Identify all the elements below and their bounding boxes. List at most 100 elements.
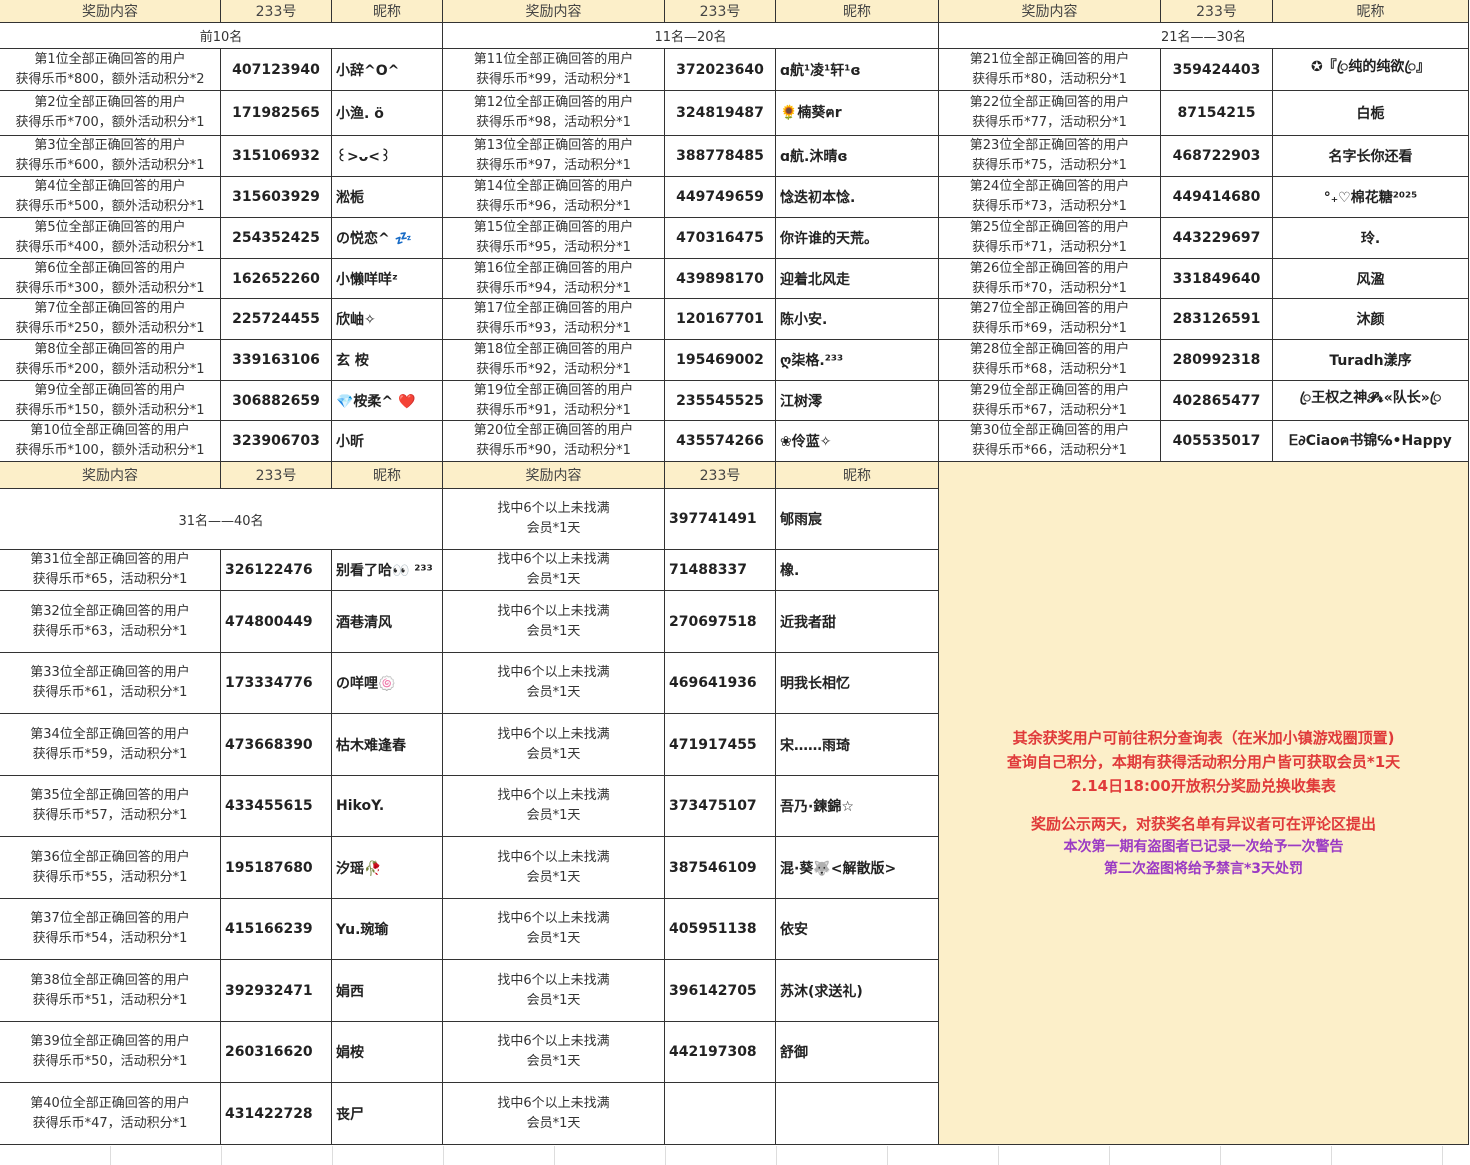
section-title: 11名—20名 bbox=[443, 23, 939, 49]
user-id: 195469002 bbox=[665, 340, 776, 381]
user-id: 392932471 bbox=[221, 960, 332, 1022]
reward-desc-line: 第32位全部正确回答的用户 bbox=[30, 603, 190, 619]
user-nick: Turadh漾序 bbox=[1273, 340, 1469, 381]
reward-desc-line: 第19位全部正确回答的用户 bbox=[473, 382, 634, 398]
reward-desc-line: 第29位全部正确回答的用户 bbox=[969, 382, 1130, 398]
vip-reward-desc-line: 找中6个以上未找满 bbox=[497, 972, 610, 988]
vip-reward-desc-line: 找中6个以上未找满 bbox=[497, 552, 610, 567]
reward-desc-line: 第22位全部正确回答的用户 bbox=[969, 95, 1130, 110]
vip-user-nick: 宋……雨琦 bbox=[776, 714, 939, 776]
reward-desc: 第23位全部正确回答的用户 获得乐币*75，活动积分*1 bbox=[939, 136, 1161, 177]
reward-desc-line: 获得乐币*61，活动积分*1 bbox=[32, 685, 188, 700]
vip-reward-desc: 找中6个以上未找满 会员*1天 bbox=[443, 591, 665, 653]
vip-reward-desc-line: 会员*1天 bbox=[526, 746, 581, 762]
vip-user-id: 387546109 bbox=[665, 837, 776, 899]
reward-desc-line: 第18位全部正确回答的用户 bbox=[473, 342, 634, 357]
reward-desc: 第22位全部正确回答的用户 获得乐币*77，活动积分*1 bbox=[939, 91, 1161, 136]
vip-user-id: 471917455 bbox=[665, 714, 776, 776]
user-id: 439898170 bbox=[665, 259, 776, 299]
reward-desc-line: 第33位全部正确回答的用户 bbox=[30, 665, 190, 680]
user-nick: 陈小安. bbox=[776, 299, 939, 340]
reward-desc-line: 获得乐币*54，活动积分*1 bbox=[32, 931, 188, 946]
vip-reward-desc-line: 找中6个以上未找满 bbox=[497, 1095, 610, 1111]
user-id: 326122476 bbox=[221, 550, 332, 591]
vip-user-id bbox=[665, 1083, 776, 1145]
user-nick: 酒巷清风 bbox=[332, 591, 443, 653]
reward-desc: 第7位全部正确回答的用户 获得乐币*250，额外活动积分*1 bbox=[0, 299, 221, 340]
warning-text: 第二次盗图将给予禁言*3天处罚 bbox=[1103, 861, 1304, 877]
notice-text: 奖励公示两天，对获奖名单有异议者可在评论区提出 bbox=[1030, 815, 1376, 833]
section-title: 前10名 bbox=[0, 23, 443, 49]
reward-desc-line: 获得乐币*66，活动积分*1 bbox=[972, 443, 1127, 458]
reward-desc-line: 第37位全部正确回答的用户 bbox=[30, 911, 190, 926]
reward-desc-line: 第39位全部正确回答的用户 bbox=[30, 1034, 190, 1049]
reward-desc: 第25位全部正确回答的用户 获得乐币*71，活动积分*1 bbox=[939, 218, 1161, 259]
reward-desc-line: 第3位全部正确回答的用户 bbox=[34, 138, 186, 153]
user-id: 474800449 bbox=[221, 591, 332, 653]
header-nick: 昵称 bbox=[332, 0, 443, 23]
reward-desc-line: 获得乐币*59，活动积分*1 bbox=[32, 746, 188, 762]
reward-desc-line: 获得乐币*70，活动积分*1 bbox=[972, 280, 1127, 296]
user-id: 315603929 bbox=[221, 177, 332, 218]
user-nick: 玲. bbox=[1273, 218, 1469, 259]
user-nick: ɑ航.沐晴ɞ bbox=[776, 136, 939, 177]
gridline bbox=[887, 1146, 888, 1165]
gridline bbox=[1331, 1146, 1332, 1165]
user-nick: ❀伶蓝✧ bbox=[776, 421, 939, 462]
user-nick: 玄 桉 bbox=[332, 340, 443, 381]
header-reward: 奖励内容 bbox=[0, 0, 221, 23]
vip-reward-desc-line: 会员*1天 bbox=[526, 623, 581, 639]
user-nick: 你许谁的天荒。 bbox=[776, 218, 939, 259]
reward-desc-line: 第2位全部正确回答的用户 bbox=[34, 95, 186, 110]
user-nick: ღ柒格.²³³ bbox=[776, 340, 939, 381]
user-nick: ꒰>ᴗ<꒱ bbox=[332, 136, 443, 177]
reward-desc: 第8位全部正确回答的用户 获得乐币*200，额外活动积分*1 bbox=[0, 340, 221, 381]
vip-reward-desc: 找中6个以上未找满 会员*1天 bbox=[443, 550, 665, 591]
vip-reward-desc-line: 找中6个以上未找满 bbox=[497, 665, 610, 680]
gridline bbox=[110, 1146, 111, 1165]
user-nick: 💎桉柔^ ❤️ bbox=[332, 381, 443, 421]
header-id: 233号 bbox=[665, 462, 776, 489]
reward-desc-line: 获得乐币*800，额外活动积分*2 bbox=[15, 71, 205, 87]
reward-desc-line: 第11位全部正确回答的用户 bbox=[473, 51, 634, 67]
user-nick: 丧尸 bbox=[332, 1083, 443, 1145]
vip-reward-desc-line: 会员*1天 bbox=[526, 808, 581, 823]
reward-desc-line: 第5位全部正确回答的用户 bbox=[34, 220, 186, 235]
vip-user-id: 270697518 bbox=[665, 591, 776, 653]
reward-desc-line: 第21位全部正确回答的用户 bbox=[969, 51, 1130, 67]
vip-reward-desc-line: 找中6个以上未找满 bbox=[497, 501, 610, 516]
user-id: 173334776 bbox=[221, 653, 332, 714]
reward-desc-line: 获得乐币*55，活动积分*1 bbox=[32, 869, 188, 885]
reward-desc: 第1位全部正确回答的用户获得乐币*800，额外活动积分*2 bbox=[0, 49, 221, 91]
reward-desc-line: 第1位全部正确回答的用户 bbox=[34, 51, 186, 67]
reward-desc-line: 第15位全部正确回答的用户 bbox=[473, 220, 634, 235]
reward-desc-line: 获得乐币*92，活动积分*1 bbox=[476, 362, 631, 377]
reward-desc: 第38位全部正确回答的用户 获得乐币*51，活动积分*1 bbox=[0, 960, 221, 1022]
reward-desc-line: 第9位全部正确回答的用户 bbox=[34, 382, 186, 398]
user-id: 431422728 bbox=[221, 1083, 332, 1145]
vip-reward-desc-line: 会员*1天 bbox=[526, 1054, 581, 1069]
reward-desc-line: 获得乐币*700，额外活动积分*1 bbox=[15, 115, 205, 130]
user-id: 254352425 bbox=[221, 218, 332, 259]
vip-user-nick: 吾乃·鍊錦☆ bbox=[776, 776, 939, 837]
user-id: 443229697 bbox=[1161, 218, 1273, 259]
header-id: 233号 bbox=[665, 0, 776, 23]
reward-desc: 第9位全部正确回答的用户 获得乐币*150，额外活动积分*1 bbox=[0, 381, 221, 421]
user-nick: 娟西 bbox=[332, 960, 443, 1022]
reward-desc-line: 第4位全部正确回答的用户 bbox=[34, 179, 186, 194]
reward-desc-line: 获得乐币*94，活动积分*1 bbox=[476, 280, 631, 296]
vip-reward-desc: 找中6个以上未找满 会员*1天 bbox=[443, 837, 665, 899]
vip-reward-desc-line: 会员*1天 bbox=[526, 869, 581, 885]
vip-user-id: 397741491 bbox=[665, 489, 776, 550]
gridline bbox=[998, 1146, 999, 1165]
vip-user-id: 442197308 bbox=[665, 1022, 776, 1083]
reward-desc: 第20位全部正确回答的用户 获得乐币*90，活动积分*1 bbox=[443, 421, 665, 462]
user-id: 407123940 bbox=[221, 49, 332, 91]
gridline bbox=[1220, 1146, 1221, 1165]
user-nick: 小辞^O^ bbox=[332, 49, 443, 91]
user-nick: 迎着北风走 bbox=[776, 259, 939, 299]
reward-desc-line: 获得乐币*68，活动积分*1 bbox=[972, 362, 1127, 377]
vip-reward-desc-line: 找中6个以上未找满 bbox=[497, 726, 610, 742]
reward-desc-line: 第16位全部正确回答的用户 bbox=[473, 260, 634, 276]
vip-reward-desc-line: 找中6个以上未找满 bbox=[497, 849, 610, 865]
